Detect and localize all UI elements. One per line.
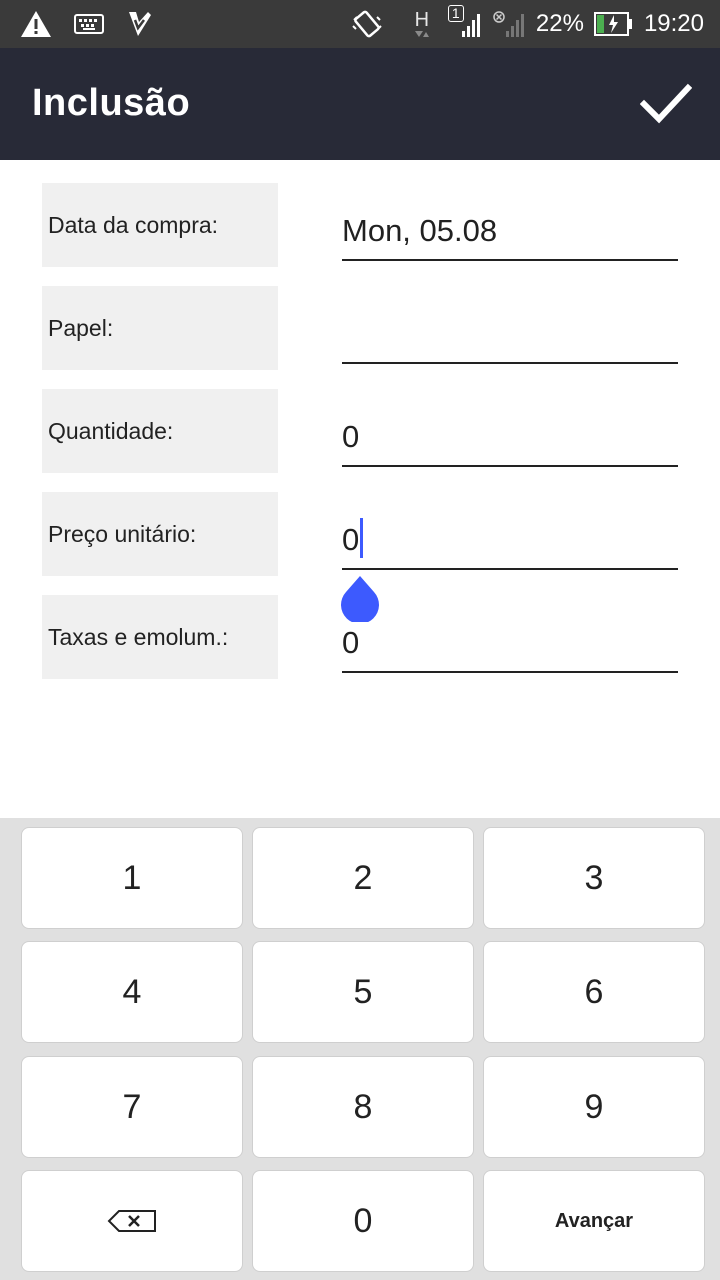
key-3[interactable]: 3 bbox=[483, 827, 705, 929]
no-signal-icon bbox=[492, 9, 526, 39]
paper-label: Papel: bbox=[48, 314, 114, 341]
app-notification-icon bbox=[126, 10, 152, 38]
key-0[interactable]: 0 bbox=[252, 1170, 474, 1272]
vibrate-icon bbox=[350, 8, 384, 40]
unit-price-label: Preço unitário: bbox=[48, 520, 197, 547]
key-1[interactable]: 1 bbox=[21, 827, 243, 929]
key-9[interactable]: 9 bbox=[483, 1056, 705, 1158]
battery-charging-icon bbox=[593, 11, 634, 37]
key-8[interactable]: 8 bbox=[252, 1056, 474, 1158]
key-4[interactable]: 4 bbox=[21, 941, 243, 1043]
key-5[interactable]: 5 bbox=[252, 941, 474, 1043]
key-2[interactable]: 2 bbox=[252, 827, 474, 929]
screen: H 1 22% 19:20 Inclusão Data da compra: M… bbox=[0, 0, 720, 1280]
quantity-field[interactable]: 0 bbox=[342, 399, 678, 467]
fees-field[interactable]: 0 bbox=[342, 605, 678, 673]
network-type-icon: H bbox=[414, 10, 430, 38]
network-type-label: H bbox=[414, 9, 430, 31]
quantity-row: Quantidade: 0 bbox=[42, 389, 678, 473]
check-icon bbox=[639, 83, 693, 124]
sim-badge: 1 bbox=[447, 5, 464, 22]
quantity-label-box: Quantidade: bbox=[42, 389, 278, 473]
key-6[interactable]: 6 bbox=[483, 941, 705, 1043]
paper-field[interactable] bbox=[342, 296, 678, 364]
paper-row: Papel: bbox=[42, 286, 678, 370]
text-cursor bbox=[360, 518, 364, 558]
clock: 19:20 bbox=[643, 10, 704, 37]
signal-icon: 1 bbox=[447, 5, 482, 39]
page-title: Inclusão bbox=[32, 82, 191, 124]
purchase-date-label-box: Data da compra: bbox=[42, 183, 278, 267]
fees-label: Taxas e emolum.: bbox=[48, 623, 229, 650]
battery-percent: 22% bbox=[535, 10, 584, 37]
confirm-button[interactable] bbox=[639, 82, 693, 126]
purchase-date-label: Data da compra: bbox=[48, 211, 219, 238]
purchase-date-row: Data da compra: Mon, 05.08 bbox=[42, 183, 678, 267]
backspace-icon bbox=[107, 1210, 156, 1232]
purchase-date-value: Mon, 05.08 bbox=[342, 213, 498, 248]
purchase-date-field[interactable]: Mon, 05.08 bbox=[342, 193, 678, 261]
fees-label-box: Taxas e emolum.: bbox=[42, 595, 278, 679]
quantity-value: 0 bbox=[342, 419, 360, 454]
fees-value: 0 bbox=[342, 625, 360, 660]
key-7[interactable]: 7 bbox=[21, 1056, 243, 1158]
status-bar-right: H 1 22% 19:20 bbox=[350, 5, 704, 40]
unit-price-row: Preço unitário: 0 bbox=[42, 492, 678, 622]
fees-row: Taxas e emolum.: 0 bbox=[42, 595, 678, 679]
quantity-label: Quantidade: bbox=[48, 417, 174, 444]
next-button[interactable]: Avançar bbox=[483, 1170, 705, 1272]
warning-icon bbox=[20, 10, 52, 38]
numeric-keypad: 1 2 3 4 5 6 7 8 9 0 Avançar bbox=[0, 818, 720, 1280]
inclusion-form: Data da compra: Mon, 05.08 Papel: Quanti… bbox=[0, 160, 720, 818]
keyboard-icon bbox=[74, 14, 104, 34]
app-toolbar: Inclusão bbox=[0, 48, 720, 160]
paper-label-box: Papel: bbox=[42, 286, 278, 370]
status-bar-left bbox=[20, 8, 152, 40]
unit-price-field[interactable]: 0 bbox=[341, 502, 678, 622]
status-bar: H 1 22% 19:20 bbox=[0, 0, 720, 48]
unit-price-value: 0 bbox=[342, 522, 360, 557]
backspace-key[interactable] bbox=[21, 1170, 243, 1272]
unit-price-label-box: Preço unitário: bbox=[42, 492, 278, 576]
